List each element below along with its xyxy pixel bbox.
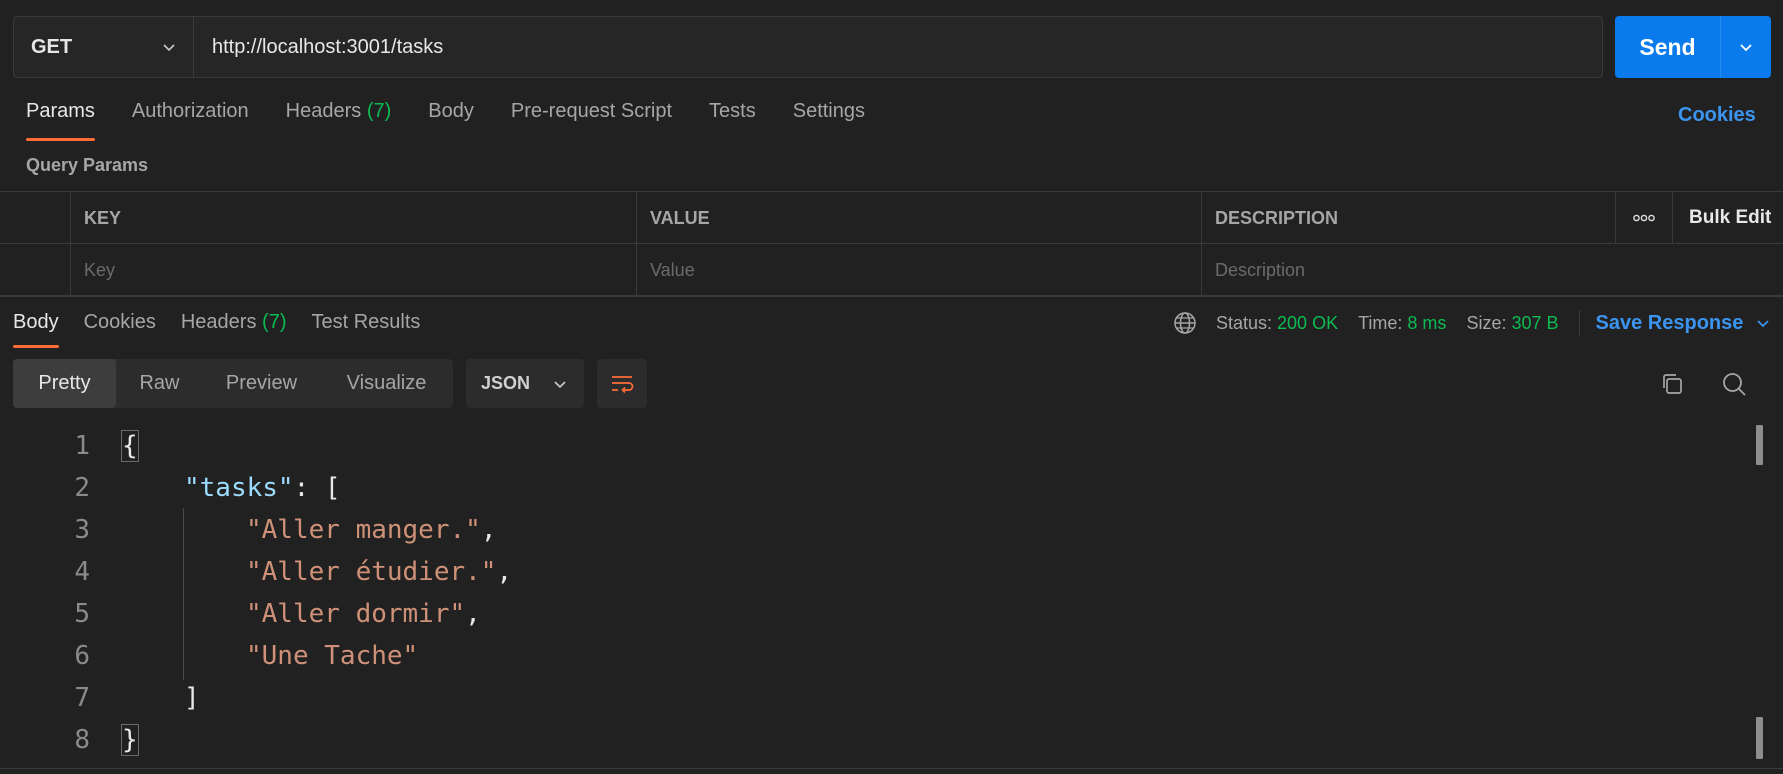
code-line: 1 { [0, 425, 1740, 467]
size-value: 307 B [1511, 312, 1559, 333]
line-number: 5 [74, 599, 90, 629]
status-info[interactable]: Status: 200 OK [1216, 313, 1338, 334]
response-tabs: Body Cookies Headers (7) Test Results [13, 311, 445, 351]
wrap-lines-button[interactable] [597, 359, 647, 408]
wrap-lines-icon [612, 375, 634, 393]
method-label: GET [31, 35, 73, 58]
size-info[interactable]: Size: 307 B [1466, 313, 1558, 334]
response-tab-body[interactable]: Body [13, 311, 59, 351]
tab-settings[interactable]: Settings [793, 100, 865, 142]
code-line: 2 "tasks": [ [0, 467, 1740, 509]
line-number: 8 [74, 725, 90, 755]
globe-icon[interactable] [1173, 311, 1197, 335]
view-mode-preview[interactable]: Preview [203, 359, 320, 408]
more-horizontal-icon[interactable] [1615, 192, 1672, 244]
code-line: 5 "Aller dormir", [0, 593, 1740, 635]
response-body-code[interactable]: 1 { 2 "tasks": [ 3 "Aller manger.", 4 "A… [0, 425, 1783, 767]
column-header-key: KEY [70, 192, 636, 244]
key-input[interactable]: Key [70, 244, 636, 296]
url-input[interactable]: http://localhost:3001/tasks [194, 17, 1602, 77]
view-mode-raw[interactable]: Raw [116, 359, 203, 408]
value-input[interactable]: Value [636, 244, 1201, 296]
response-tab-test-results[interactable]: Test Results [311, 311, 420, 351]
meta-separator [1578, 310, 1580, 336]
tab-params[interactable]: Params [26, 100, 95, 142]
tab-pre-request-script[interactable]: Pre-request Script [511, 100, 672, 142]
status-value: 200 OK [1277, 312, 1339, 333]
line-number: 2 [74, 473, 90, 503]
headers-count: (7) [366, 100, 392, 122]
line-number: 6 [74, 641, 90, 671]
code-line: 6 "Une Tache" [0, 635, 1740, 677]
cookies-link[interactable]: Cookies [1678, 104, 1756, 127]
tab-body[interactable]: Body [428, 100, 474, 142]
code-line: 4 "Aller étudier.", [0, 551, 1740, 593]
open-brace: { [121, 430, 139, 462]
request-bar: GET http://localhost:3001/tasks [13, 16, 1603, 78]
divider [0, 296, 1783, 297]
query-params-title: Query Params [26, 155, 149, 175]
json-key: "tasks" [184, 473, 294, 503]
column-header-value: VALUE [636, 192, 1201, 244]
response-tab-headers[interactable]: Headers (7) [181, 311, 287, 351]
response-tab-cookies[interactable]: Cookies [84, 311, 156, 351]
chevron-down-icon [1757, 320, 1770, 328]
language-select[interactable]: JSON [466, 359, 584, 408]
json-string: "Aller manger." [246, 515, 481, 545]
tab-authorization[interactable]: Authorization [132, 100, 249, 142]
copy-icon[interactable] [1658, 370, 1686, 398]
time-info[interactable]: Time: 8 ms [1358, 313, 1446, 334]
indent-guide [183, 508, 184, 680]
json-string: "Aller dormir" [246, 599, 466, 629]
line-number: 1 [74, 431, 90, 461]
line-number: 7 [74, 683, 90, 713]
response-headers-count: (7) [262, 311, 287, 333]
json-string: "Aller étudier." [246, 557, 497, 587]
description-input[interactable]: Description [1201, 244, 1783, 296]
table-row: Key Value Description [0, 244, 1783, 296]
tab-headers[interactable]: Headers (7) [286, 100, 392, 142]
close-brace: } [121, 724, 139, 756]
query-params-table: KEY VALUE DESCRIPTION Bulk Edit Key Valu… [0, 191, 1783, 296]
scrollbar-thumb[interactable] [1756, 717, 1763, 759]
bottom-border [0, 768, 1783, 769]
line-number: 4 [74, 557, 90, 587]
method-select[interactable]: GET [14, 17, 194, 77]
code-line: 3 "Aller manger.", [0, 509, 1740, 551]
close-bracket: ] [184, 683, 200, 713]
scrollbar-thumb[interactable] [1756, 425, 1763, 465]
json-string: "Une Tache" [246, 641, 419, 671]
save-response-button[interactable]: Save Response [1596, 312, 1772, 335]
view-mode-visualize[interactable]: Visualize [320, 359, 453, 408]
search-icon[interactable] [1720, 370, 1748, 398]
bulk-edit-button[interactable]: Bulk Edit [1672, 192, 1783, 244]
view-mode-pretty[interactable]: Pretty [13, 359, 116, 408]
url-text: http://localhost:3001/tasks [212, 35, 444, 58]
code-line: 8 } [0, 719, 1740, 761]
line-number: 3 [74, 515, 90, 545]
code-line: 7 ] [0, 677, 1740, 719]
time-value: 8 ms [1407, 312, 1447, 333]
send-button-group: Send [1615, 16, 1771, 78]
chevron-down-icon [1740, 44, 1752, 52]
table-header-row: KEY VALUE DESCRIPTION Bulk Edit [0, 192, 1783, 244]
chevron-down-icon [554, 380, 566, 388]
request-tabs: Params Authorization Headers (7) Body Pr… [26, 100, 902, 142]
view-mode-group: Pretty Raw Preview Visualize [13, 359, 453, 408]
response-meta: Status: 200 OK Time: 8 ms Size: 307 B Save … [1173, 310, 1772, 336]
language-label: JSON [481, 373, 531, 393]
chevron-down-icon [163, 44, 175, 52]
send-options-button[interactable] [1720, 16, 1771, 78]
send-button[interactable]: Send [1615, 16, 1720, 78]
tab-tests[interactable]: Tests [709, 100, 756, 142]
column-header-description: DESCRIPTION [1201, 192, 1615, 244]
